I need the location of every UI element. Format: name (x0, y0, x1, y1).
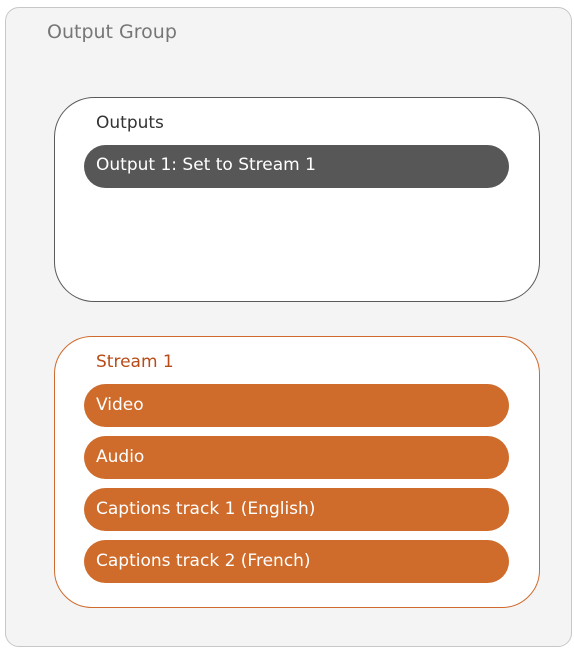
stream-item-video: Video (84, 384, 509, 427)
stream-item-audio: Audio (84, 436, 509, 479)
stream-title: Stream 1 (96, 352, 174, 372)
output-item-1: Output 1: Set to Stream 1 (84, 145, 509, 188)
stream-item-captions-english: Captions track 1 (English) (84, 488, 509, 531)
outputs-title: Outputs (96, 113, 164, 133)
output-group-title: Output Group (47, 21, 177, 43)
stream-item-captions-french: Captions track 2 (French) (84, 540, 509, 583)
